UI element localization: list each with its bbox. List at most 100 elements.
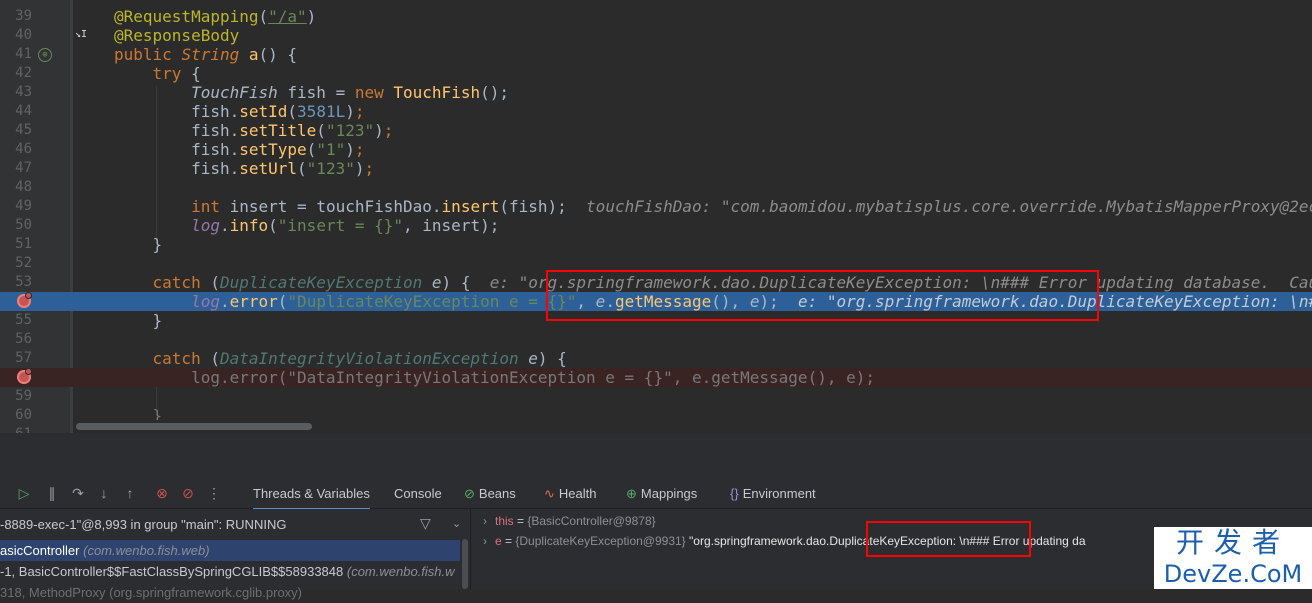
- string-literal: "insert = {}": [277, 216, 404, 235]
- inline-debug-value: touchFishDao: "com.baomidou.mybatisplus.…: [586, 197, 1312, 216]
- line-number: 44: [15, 103, 32, 119]
- punct: {: [181, 64, 201, 83]
- code-line-56[interactable]: 56: [0, 330, 1312, 349]
- variable: fish: [191, 159, 230, 178]
- line-number: 45: [15, 122, 32, 138]
- step-out-icon[interactable]: ↑: [120, 483, 140, 503]
- code-line-40[interactable]: 40 @ResponseBody: [0, 26, 1312, 45]
- code-editor[interactable]: 39 @RequestMapping("/a") 40 @ResponseBod…: [0, 0, 1312, 433]
- code-line-51[interactable]: 51 }: [0, 235, 1312, 254]
- beans-icon: ⊘: [464, 486, 475, 501]
- line-number: 59: [15, 388, 32, 404]
- method-call: getMessage: [614, 292, 712, 311]
- frame-label: -1, BasicController$$FastClassBySpringCG…: [0, 564, 344, 579]
- pause-icon[interactable]: ∥: [42, 483, 62, 503]
- breakpoint-icon[interactable]: [17, 292, 32, 308]
- variable: insert: [229, 197, 288, 216]
- punct: (fish);: [499, 197, 567, 216]
- code-line-44[interactable]: 44 fish.setId(3581L);: [0, 102, 1312, 121]
- code-line-48[interactable]: 48: [0, 178, 1312, 197]
- line-number: 49: [15, 198, 32, 214]
- code-line-58[interactable]: log.error("DataIntegrityViolationExcepti…: [0, 368, 1312, 387]
- code-line-59[interactable]: 59: [0, 387, 1312, 406]
- brace: }: [152, 311, 163, 330]
- environment-icon: {}: [730, 486, 739, 501]
- annotation: @RequestMapping: [114, 7, 259, 26]
- method-call: setUrl: [239, 159, 298, 178]
- step-into-icon[interactable]: ↓: [94, 483, 114, 503]
- punct: ();: [480, 83, 509, 102]
- tab-beans[interactable]: ⊘ Beans: [464, 479, 516, 508]
- code-line-52[interactable]: 52: [0, 254, 1312, 273]
- step-over-icon[interactable]: ↷: [68, 483, 88, 503]
- health-icon: ∿: [544, 486, 555, 501]
- tab-label: Health: [558, 486, 597, 501]
- tab-mappings[interactable]: ⊕ Mappings: [626, 479, 697, 508]
- more-icon[interactable]: ⋮: [204, 483, 224, 503]
- code-line-55[interactable]: 55 }: [0, 311, 1312, 330]
- variable: e: [528, 349, 538, 368]
- string-literal: "/a": [268, 7, 307, 26]
- thread-selector[interactable]: -8889-exec-1"@8,993 in group "main": RUN…: [0, 515, 286, 535]
- horizontal-scrollbar[interactable]: [74, 420, 1312, 433]
- var-type: {DuplicateKeyException@9931}: [515, 534, 686, 548]
- string-literal: "DuplicateKeyException e = {}": [287, 292, 577, 311]
- expand-arrow-icon[interactable]: ›: [483, 534, 487, 548]
- view-breakpoints-icon[interactable]: ⊗: [152, 483, 172, 503]
- frame-package: (com.wenbo.fish.web): [83, 543, 210, 558]
- line-number: 51: [15, 236, 32, 252]
- text-cursor-icon: ↘I: [75, 29, 88, 40]
- frames-scrollbar[interactable]: [462, 539, 468, 589]
- code-line-54-current[interactable]: log.error("DuplicateKeyException e = {}"…: [0, 292, 1312, 311]
- code-line-45[interactable]: 45 fish.setTitle("123");: [0, 121, 1312, 140]
- code-line-46[interactable]: 46 fish.setType("1");: [0, 140, 1312, 159]
- code-line-42[interactable]: 42 try {: [0, 64, 1312, 83]
- variable: fish: [191, 140, 230, 159]
- punct: ) {: [537, 349, 567, 368]
- web-endpoint-icon[interactable]: ⊕: [38, 48, 52, 62]
- code-line-53[interactable]: 53 catch (DuplicateKeyException e) { e: …: [0, 273, 1312, 292]
- keyword: public: [114, 45, 172, 64]
- stack-frame[interactable]: asicController (com.wenbo.fish.web): [0, 540, 460, 561]
- var-value: "org.springframework.dao.DuplicateKeyExc…: [689, 534, 1086, 548]
- debug-panel: ▷ ∥ ↷ ↓ ↑ ⊗ ⊘ ⋮ Threads & Variables Cons…: [0, 433, 1312, 600]
- variable: e: [431, 273, 442, 292]
- frame-package: (com.wenbo.fish.w: [346, 564, 455, 579]
- chevron-down-icon[interactable]: ⌄: [452, 517, 461, 530]
- exception-type: DataIntegrityViolationException: [219, 349, 519, 368]
- code-line-57[interactable]: 57 catch (DataIntegrityViolationExceptio…: [0, 349, 1312, 368]
- code-line-50[interactable]: 50 log.info("insert = {}", insert);: [0, 216, 1312, 235]
- variable-row[interactable]: › e = {DuplicateKeyException@9931} "org.s…: [483, 531, 1086, 551]
- code-line-41[interactable]: 41 ⊕ public String a() {: [0, 45, 1312, 64]
- code-line-39[interactable]: 39 @RequestMapping("/a"): [0, 7, 1312, 26]
- stack-frame[interactable]: 318, MethodProxy (org.springframework.cg…: [0, 582, 460, 603]
- line-number: 41: [15, 46, 32, 62]
- unreachable-code: log.error("DataIntegrityViolationExcepti…: [191, 368, 875, 387]
- method-call: error: [229, 292, 278, 311]
- tab-console[interactable]: Console: [394, 479, 442, 508]
- code-line-43[interactable]: 43 TouchFish fish = new TouchFish();: [0, 83, 1312, 102]
- tab-environment[interactable]: {} Environment: [730, 479, 816, 508]
- resume-icon[interactable]: ▷: [14, 483, 34, 503]
- expand-arrow-icon[interactable]: ›: [483, 514, 487, 528]
- var-name: e: [495, 534, 502, 548]
- stack-frame[interactable]: -1, BasicController$$FastClassBySpringCG…: [0, 561, 460, 582]
- method-call: insert: [441, 197, 500, 216]
- method-call: info: [229, 216, 269, 235]
- breakpoint-icon[interactable]: [17, 368, 32, 384]
- string-literal: "1": [316, 140, 346, 159]
- tab-threads-variables[interactable]: Threads & Variables: [253, 479, 370, 510]
- tab-health[interactable]: ∿ Health: [544, 479, 596, 508]
- mute-breakpoints-icon[interactable]: ⊘: [178, 483, 198, 503]
- tab-label: Mappings: [640, 486, 698, 501]
- method-name: a: [248, 45, 259, 64]
- code-line-47[interactable]: 47 fish.setUrl("123");: [0, 159, 1312, 178]
- variable-row[interactable]: › this = {BasicController@9878}: [483, 511, 656, 531]
- code-line-49[interactable]: 49 int insert = touchFishDao.insert(fish…: [0, 197, 1312, 216]
- scrollbar-thumb[interactable]: [76, 423, 312, 430]
- line-number: 46: [15, 141, 32, 157]
- operator: =: [325, 83, 355, 102]
- filter-icon[interactable]: ▽: [420, 515, 431, 532]
- line-number: 43: [15, 84, 32, 100]
- inline-debug-value: e: "org.springframework.dao.DuplicateKey…: [489, 273, 1312, 292]
